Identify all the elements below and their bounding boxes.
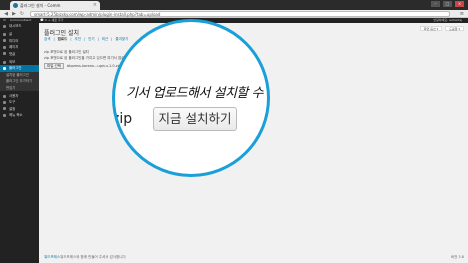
window-controls: – □ × [431, 1, 464, 7]
sidebar-item-label: 사용자 [9, 93, 19, 98]
reload-icon[interactable]: ↻ [19, 11, 25, 17]
zoomed-upload-description: 기서 업로드해서 설치할 수 [126, 86, 263, 101]
screen-options-button[interactable]: 화면 옵션 ▾ [419, 26, 443, 31]
screen-meta-links: 화면 옵션 ▾ 도움말 ▾ [419, 26, 464, 31]
wordpress-favicon-icon [13, 3, 18, 8]
sidebar-item-label: 페이지 [9, 45, 19, 50]
admin-sidebar: 대시보드 글 미디어 페이지 댓글 외모 플러그인 설치된 플러그인 플러그인 … [0, 23, 39, 263]
forward-icon[interactable]: ▶ [11, 11, 17, 17]
sidebar-item-dashboard[interactable]: 대시보드 [0, 23, 39, 29]
choose-file-button[interactable]: 파일 선택 [44, 63, 64, 69]
address-bar: ◀ ▶ ↻ smart-5.25bizsky.com/wp-admin/plug… [0, 10, 468, 18]
sidebar-item-label: 대시보드 [9, 24, 22, 28]
url-field[interactable]: smart-5.25bizsky.com/wp-admin/plugin-ins… [30, 11, 450, 17]
plugin-icon [3, 67, 6, 71]
comment-icon [3, 52, 6, 56]
sidebar-item-label: 댓글 [9, 51, 16, 56]
zoom-callout-circle: 기서 업로드해서 설치할 수 zip 지금 설치하기 [112, 19, 270, 177]
tab-title: 플러그인 설치 - Comm [20, 3, 61, 8]
sidebar-item-label: 설정 [9, 106, 16, 111]
pin-icon [3, 33, 6, 37]
subnav-upload[interactable]: 업로드 [58, 37, 68, 42]
back-icon[interactable]: ◀ [3, 11, 9, 17]
wrench-icon [3, 100, 6, 104]
tab-close-icon[interactable]: × [93, 1, 97, 10]
page-title: 플러그인 설치 [44, 30, 80, 37]
upload-heading: zip 포맷으로 된 플러그인 설치 [44, 50, 89, 54]
media-icon [3, 39, 6, 43]
sidebar-subitem-editor[interactable]: 편집기 [0, 84, 39, 91]
sidebar-item-label: 미디어 [9, 38, 19, 43]
zoomed-file-name: zip [112, 111, 133, 127]
install-now-button[interactable]: 지금 설치하기 [153, 107, 237, 131]
browser-titlebar: 플러그인 설치 - Comm × – □ × [0, 0, 468, 10]
browser-tab[interactable]: 플러그인 설치 - Comm × [10, 1, 100, 10]
subnav-newest[interactable]: 최근 [102, 37, 108, 42]
dashboard-icon [3, 24, 6, 28]
selected-file-name: bbpress-korean...ugin-v.1.0.zip [67, 64, 121, 68]
sidebar-item-label: 외모 [9, 59, 16, 64]
footer-thanks: 워드프레스워드프레스와 함께 만들어 주셔서 감사합니다 [44, 255, 126, 259]
subnav-search[interactable]: 검색 [44, 37, 50, 42]
collapse-icon [3, 113, 6, 117]
settings-icon [3, 107, 6, 111]
subnav-favorites[interactable]: 즐겨찾기 [115, 37, 128, 42]
brush-icon [3, 60, 6, 64]
help-button[interactable]: 도움말 ▾ [445, 26, 464, 31]
sidebar-item-label: 도구 [9, 100, 16, 105]
browser-menu-icon[interactable]: ≡ [460, 11, 464, 17]
sidebar-item-label: 글 [9, 32, 13, 37]
user-icon [3, 94, 6, 98]
sidebar-item-collapse[interactable]: 메뉴 축소 [0, 112, 39, 118]
sidebar-item-comments[interactable]: 댓글 [0, 51, 39, 57]
page-icon [3, 45, 6, 49]
footer-version: 버전 3.8 [450, 255, 464, 259]
maximize-icon[interactable]: □ [443, 1, 452, 7]
close-window-icon[interactable]: × [455, 1, 464, 7]
wordpress-link[interactable]: 워드프레스 [44, 255, 60, 259]
minimize-icon[interactable]: – [431, 1, 440, 7]
subnav-featured[interactable]: 추천 [75, 37, 81, 42]
sidebar-item-label: 플러그인 [9, 66, 22, 71]
plugin-install-subnav: 검색 | 업로드 | 추천 | 인기 | 최근 | 즐겨찾기 [44, 37, 129, 42]
subnav-popular[interactable]: 인기 [88, 37, 94, 42]
sidebar-item-label: 메뉴 축소 [9, 113, 23, 118]
